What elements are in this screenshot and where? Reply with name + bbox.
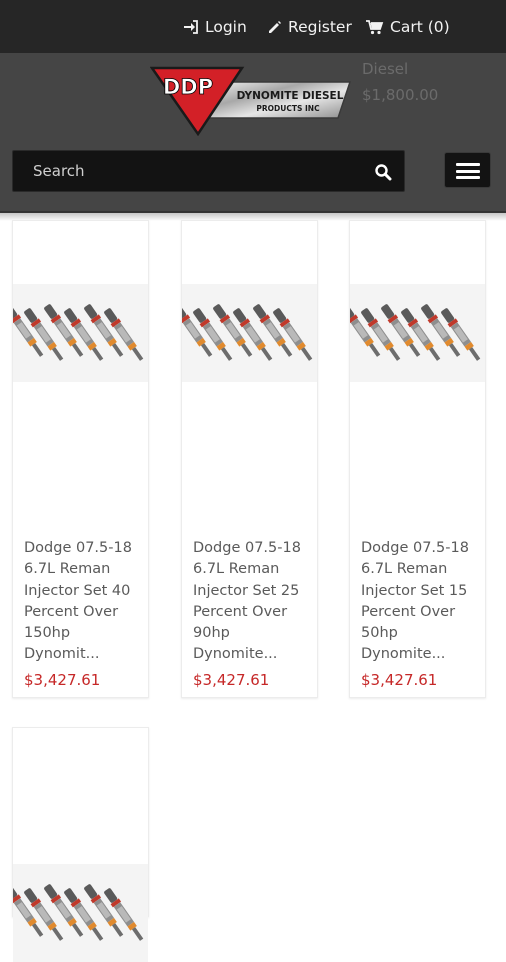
product-card[interactable]: [12, 727, 149, 962]
search-bar: [12, 150, 405, 192]
product-title[interactable]: Dodge 07.5-18 6.7L Reman Injector Set 25…: [193, 538, 315, 666]
product-image[interactable]: [182, 284, 317, 382]
search-input[interactable]: [13, 151, 353, 191]
behind-product-price: $1,800.00: [362, 86, 439, 104]
product-image[interactable]: [13, 864, 148, 962]
cart-link[interactable]: Cart (0): [366, 17, 450, 37]
register-link[interactable]: Register: [267, 17, 352, 37]
site-logo[interactable]: DDP DYNOMITE DIESEL PRODUCTS INC: [150, 64, 355, 136]
cart-icon: [366, 19, 384, 34]
behind-product-text: Diesel: [362, 60, 409, 78]
login-label: Login: [205, 18, 247, 36]
product-image[interactable]: [13, 284, 148, 382]
product-card[interactable]: Dodge 07.5-18 6.7L Reman Injector Set 40…: [12, 220, 149, 698]
product-image[interactable]: [350, 284, 485, 382]
product-price: $3,427.61: [24, 671, 101, 689]
product-price: $3,427.61: [193, 671, 270, 689]
menu-button[interactable]: [444, 152, 491, 188]
logo-text-main: DDP: [163, 75, 213, 99]
product-card[interactable]: Dodge 07.5-18 6.7L Reman Injector Set 15…: [349, 220, 486, 698]
login-link[interactable]: Login: [183, 17, 247, 37]
product-price: $3,427.61: [361, 671, 438, 689]
logo-text-line1: DYNOMITE DIESEL: [237, 90, 344, 102]
hamburger-line: [456, 163, 480, 166]
logo-text-line2: PRODUCTS INC: [256, 104, 320, 113]
top-bar: Login Register Cart (0): [0, 0, 506, 53]
product-card[interactable]: Dodge 07.5-18 6.7L Reman Injector Set 25…: [181, 220, 318, 698]
hamburger-line: [456, 176, 480, 179]
hamburger-line: [456, 169, 480, 173]
register-label: Register: [288, 18, 352, 36]
cart-label: Cart (0): [390, 18, 450, 36]
product-title[interactable]: Dodge 07.5-18 6.7L Reman Injector Set 40…: [24, 538, 146, 666]
login-icon: [184, 20, 198, 34]
product-title[interactable]: Dodge 07.5-18 6.7L Reman Injector Set 15…: [361, 538, 483, 666]
search-icon[interactable]: [374, 163, 392, 181]
pencil-icon: [269, 20, 281, 33]
